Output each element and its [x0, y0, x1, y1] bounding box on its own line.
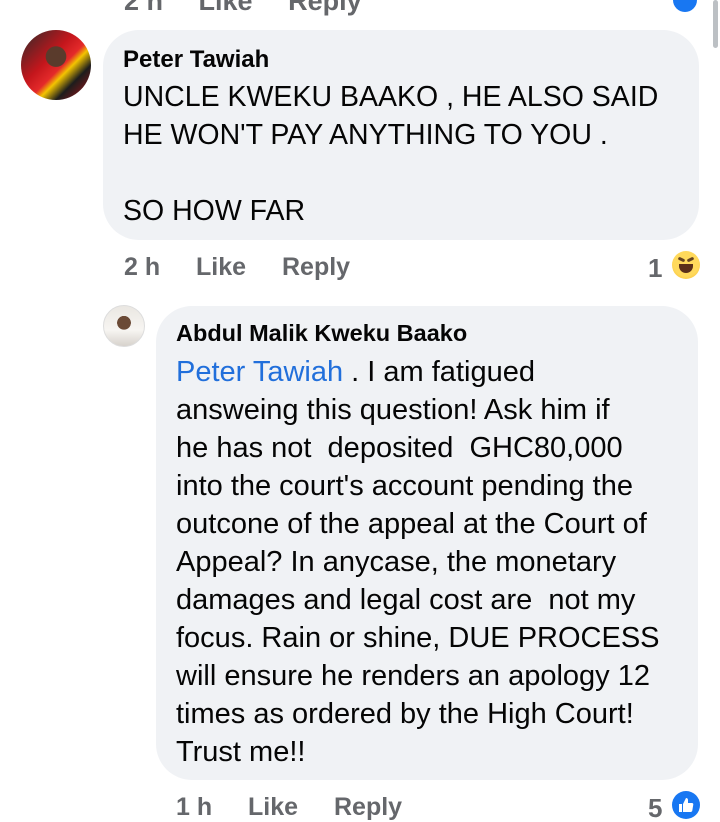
previous-time: 2 h [124, 0, 164, 16]
avatar[interactable] [103, 305, 145, 347]
like-icon[interactable] [672, 791, 700, 819]
comment-author[interactable]: Abdul Malik Kweku Baako [176, 319, 678, 347]
comment-bubble: Peter Tawiah UNCLE KWEKU BAAKO , HE ALSO… [103, 30, 699, 240]
scrollbar[interactable] [713, 0, 718, 48]
previous-like-button[interactable]: Like [199, 0, 253, 16]
reply-button[interactable]: Reply [334, 793, 402, 822]
previous-reaction-icon [673, 0, 697, 12]
comment-text: UNCLE KWEKU BAAKO , HE ALSO SAID HE WON'… [123, 81, 659, 227]
previous-comment-actions: 2 h Like Reply [124, 0, 390, 16]
mention-link[interactable]: Peter Tawiah [176, 356, 343, 388]
reaction-count[interactable]: 1 [648, 253, 662, 284]
comment-bubble: Abdul Malik Kweku Baako Peter Tawiah . I… [156, 306, 698, 780]
comment-text: Peter Tawiah . I am fatigued answeing th… [176, 353, 678, 771]
comment-body: . I am fatigued answeing this question! … [176, 356, 660, 768]
avatar[interactable] [21, 30, 91, 100]
comment-time[interactable]: 1 h [176, 793, 212, 822]
comment-time[interactable]: 2 h [124, 253, 160, 282]
reaction-count[interactable]: 5 [648, 793, 662, 822]
haha-icon[interactable] [672, 251, 700, 279]
reply-button[interactable]: Reply [282, 253, 350, 282]
comment-author[interactable]: Peter Tawiah [123, 45, 679, 75]
like-button[interactable]: Like [196, 253, 246, 282]
like-button[interactable]: Like [248, 793, 298, 822]
previous-reply-button[interactable]: Reply [288, 0, 362, 16]
